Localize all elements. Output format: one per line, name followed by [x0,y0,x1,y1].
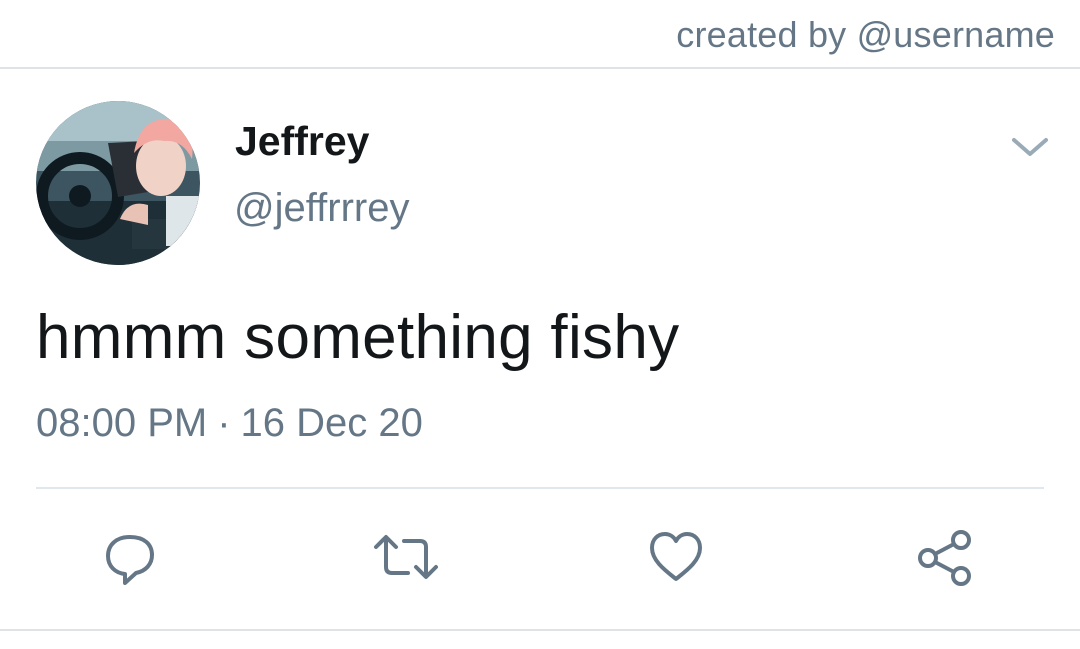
reply-button[interactable] [100,527,160,587]
avatar[interactable] [36,101,200,265]
reply-icon [106,535,154,585]
author-handle[interactable]: @jeffrrrey [234,186,409,231]
tweet-date: 16 Dec 20 [240,401,423,445]
retweet-button[interactable] [372,527,438,587]
tweet-timestamp: 08:00 PM · 16 Dec 20 [36,401,423,446]
tweet-time: 08:00 PM [36,401,208,445]
like-icon [650,532,702,581]
like-button[interactable] [646,527,706,587]
tweet-text: hmmm something fishy [36,303,680,372]
chevron-down-icon[interactable] [1010,132,1050,162]
retweet-icon [374,535,438,579]
share-button[interactable] [914,527,974,587]
creator-credit: created by @username [676,14,1055,55]
tweet-screenshot: created by @username Jeffrey @jeffrrrey … [0,0,1080,649]
meta-separator: · [217,401,231,445]
actions-divider [36,487,1044,489]
bottom-divider [0,629,1080,631]
share-icon [918,530,971,586]
author-name[interactable]: Jeffrey [235,118,369,165]
avatar-image [36,101,200,265]
top-divider [0,67,1080,69]
